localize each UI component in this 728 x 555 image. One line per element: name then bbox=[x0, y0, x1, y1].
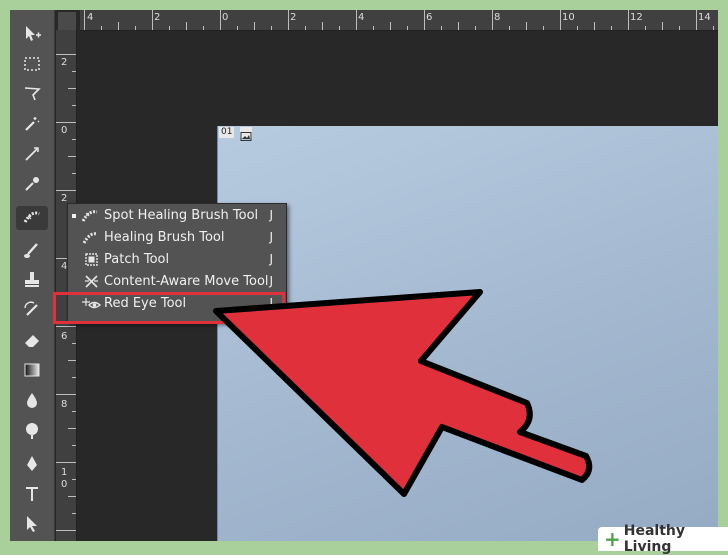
photoshop-workspace: 4 2 0 2 4 6 8 10 12 14 2 0 2 4 6 8 1 0 0… bbox=[10, 10, 718, 541]
healthy-living-watermark: + Healthy Living bbox=[598, 523, 728, 555]
plus-logo-icon: + bbox=[604, 527, 621, 551]
pointer-arrow-icon bbox=[213, 289, 593, 497]
watermark-text: Healthy Living bbox=[623, 523, 686, 555]
